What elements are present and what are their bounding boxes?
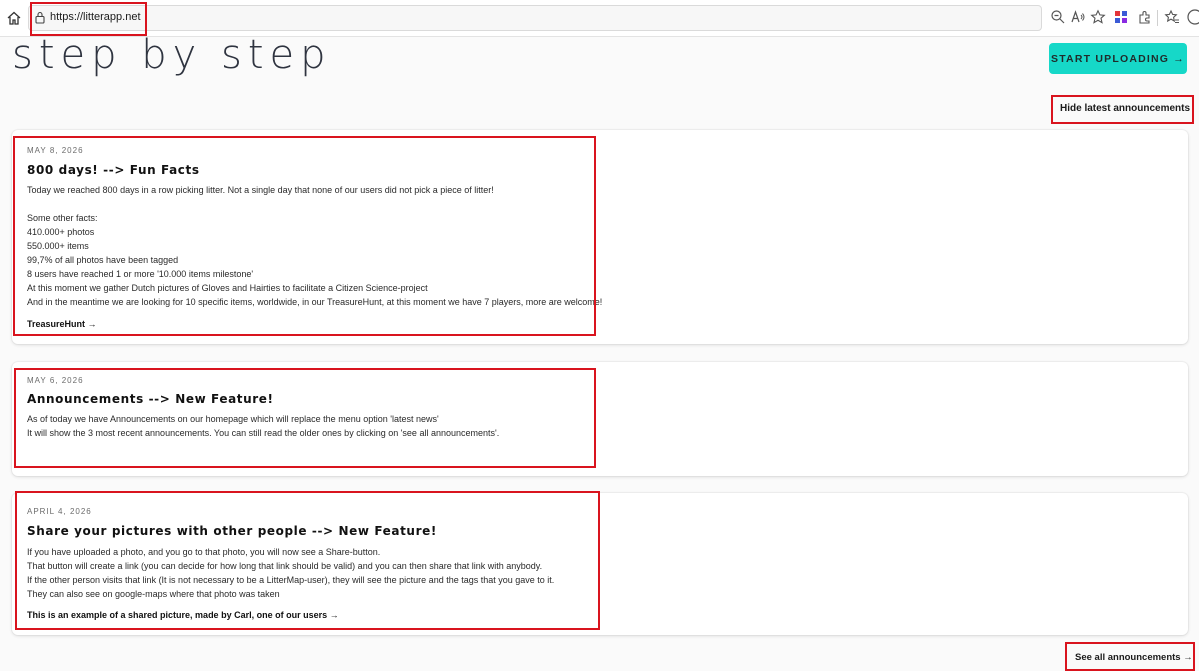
see-all-announcements-link[interactable]: See all announcements → <box>1075 652 1193 663</box>
announcement-body: As of today we have Announcements on our… <box>27 414 500 438</box>
favorite-star-icon[interactable] <box>1090 9 1106 25</box>
announcement-title: Share your pictures with other people --… <box>27 524 437 538</box>
page-headline: step by step <box>12 32 332 78</box>
announcement-body: If you have uploaded a photo, and you go… <box>27 547 555 599</box>
announcement-date: APRIL 4, 2026 <box>27 507 92 516</box>
favorites-icon[interactable] <box>1164 9 1180 25</box>
announcement-title: 800 days! --> Fun Facts <box>27 163 200 177</box>
announcement-card: APRIL 4, 2026 Share your pictures with o… <box>12 493 1188 635</box>
lock-icon <box>35 11 45 24</box>
zoom-icon[interactable] <box>1050 9 1066 25</box>
read-aloud-icon[interactable] <box>1070 9 1086 25</box>
home-icon[interactable] <box>5 9 23 27</box>
start-uploading-button[interactable]: START UPLOADING → <box>1049 43 1187 74</box>
announcement-title: Announcements --> New Feature! <box>27 392 274 406</box>
extension-grid-icon[interactable] <box>1113 9 1129 25</box>
hide-announcements-link[interactable]: Hide latest announcements <box>1060 103 1190 114</box>
announcement-body: Today we reached 800 days in a row picki… <box>27 185 603 307</box>
url-text[interactable]: https://litterapp.net <box>50 11 141 23</box>
announcement-date: MAY 6, 2026 <box>27 376 84 385</box>
announcement-card: MAY 6, 2026 Announcements --> New Featur… <box>12 362 1188 476</box>
profile-avatar-icon[interactable] <box>1185 9 1199 25</box>
announcement-date: MAY 8, 2026 <box>27 146 84 155</box>
address-bar[interactable] <box>28 5 1042 31</box>
announcement-card: MAY 8, 2026 800 days! --> Fun Facts Toda… <box>12 130 1188 344</box>
shared-picture-example-link[interactable]: This is an example of a shared picture, … <box>27 610 339 620</box>
toolbar-divider <box>1157 10 1158 26</box>
extensions-icon[interactable] <box>1137 9 1153 25</box>
treasurehunt-link[interactable]: TreasureHunt → <box>27 319 97 329</box>
